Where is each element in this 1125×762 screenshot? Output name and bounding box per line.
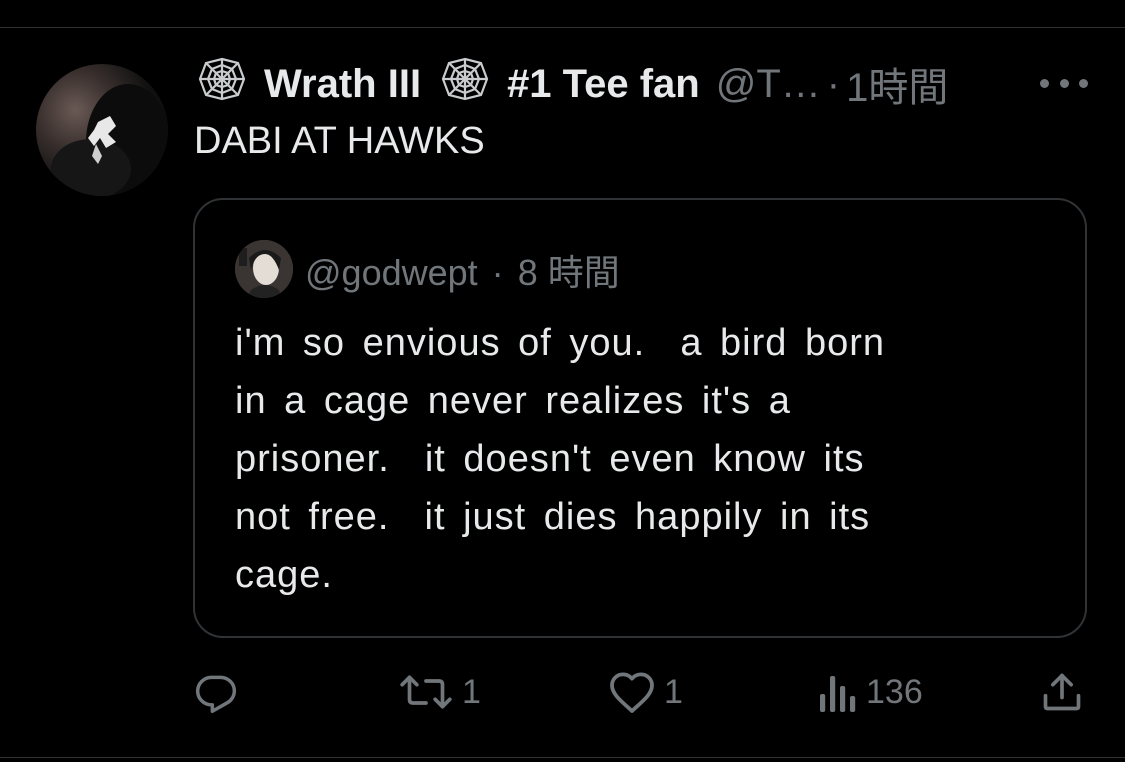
views-button[interactable]: 136 bbox=[818, 664, 923, 720]
quoted-author-handle[interactable]: @godwept bbox=[305, 252, 478, 293]
retweet-icon bbox=[398, 670, 454, 714]
author-handle[interactable]: @T… bbox=[716, 62, 821, 107]
separator-dot: · bbox=[491, 252, 504, 293]
share-icon bbox=[1040, 670, 1084, 714]
views-count: 136 bbox=[866, 672, 923, 711]
retweet-button[interactable]: 1 bbox=[398, 664, 481, 720]
display-name[interactable]: Wrath III #1 Tee fan bbox=[194, 55, 700, 113]
display-name-part1: Wrath III bbox=[264, 61, 422, 106]
timestamp[interactable]: 1時間 bbox=[846, 55, 948, 113]
bottom-divider bbox=[0, 757, 1125, 758]
quoted-author-avatar bbox=[235, 240, 293, 298]
like-count: 1 bbox=[664, 672, 683, 711]
tweet-text: DABI AT HAWKS bbox=[194, 120, 485, 162]
more-dot bbox=[1040, 78, 1049, 88]
more-dot bbox=[1059, 78, 1069, 88]
heart-icon bbox=[608, 670, 656, 714]
more-dot bbox=[1079, 78, 1088, 88]
quoted-tweet-card[interactable]: @godwept · 8 時間 i'm so envious of you. a… bbox=[193, 198, 1087, 638]
action-bar: 1 1 136 bbox=[0, 664, 1125, 720]
more-dots-icon[interactable] bbox=[1040, 66, 1088, 100]
top-divider bbox=[0, 27, 1125, 28]
tweet-header: Wrath III #1 Tee fan @T… · 1時間 bbox=[194, 56, 948, 112]
quoted-tweet-text: i'm so envious of you. a bird born in a … bbox=[235, 322, 885, 596]
separator-dot: · bbox=[826, 61, 841, 106]
author-avatar[interactable] bbox=[36, 64, 168, 196]
reply-button[interactable] bbox=[194, 664, 246, 720]
retweet-count: 1 bbox=[462, 672, 481, 711]
quoted-tweet-header: @godwept · 8 時間 bbox=[305, 244, 620, 296]
display-name-part2: #1 Tee fan bbox=[507, 61, 700, 106]
share-button[interactable] bbox=[1040, 664, 1084, 720]
views-icon bbox=[818, 670, 858, 714]
quoted-timestamp: 8 時間 bbox=[517, 252, 620, 293]
spider-web-icon bbox=[437, 55, 493, 113]
like-button[interactable]: 1 bbox=[608, 664, 683, 720]
spider-web-icon bbox=[194, 55, 250, 113]
reply-icon bbox=[194, 670, 238, 714]
